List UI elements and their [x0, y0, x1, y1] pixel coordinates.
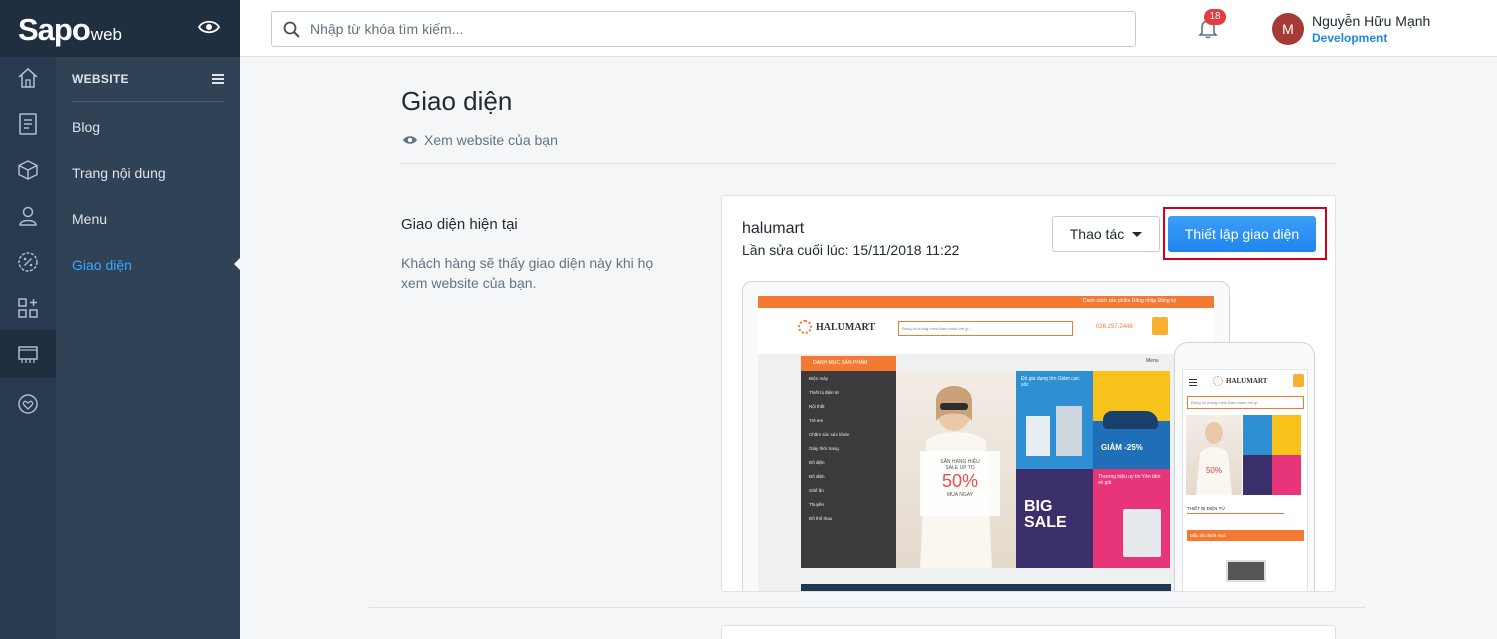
theme-last-updated: Lần sửa cuối lúc: 15/11/2018 11:22 [742, 242, 960, 258]
preview-search: Đồng hồ thông minh Bạn muốn tìm gì... [898, 321, 1073, 336]
sidebar-item-pages[interactable]: Trang nội dung [72, 165, 166, 181]
preview-mobile-tile [1243, 415, 1272, 455]
sidebar-title: WEBSITE [72, 72, 129, 86]
brand-bar: Sapoweb [0, 0, 240, 57]
search-box[interactable] [271, 11, 1136, 47]
desktop-preview-screen: Danh sách sản phẩm Đăng nhập Đăng ký HAL… [758, 296, 1214, 591]
sun-icon [798, 320, 812, 334]
search-input[interactable] [310, 12, 1130, 46]
preview-category: Trẻ em [809, 417, 824, 423]
sapo-logo[interactable]: Sapoweb [18, 12, 122, 48]
products-icon[interactable] [14, 156, 42, 184]
preview-mobile-discount: 50% [1206, 466, 1222, 475]
preview-mobile-tile [1272, 455, 1301, 495]
mobile-preview[interactable]: HALUMART Đồng hồ thông minh Bạn muốn tìm… [1174, 342, 1315, 591]
preview-category: Thiết bị điện tử [809, 389, 840, 395]
avatar[interactable]: M [1272, 13, 1304, 45]
preview-logo: HALUMART [798, 320, 875, 334]
website-sidebar: WEBSITE Blog Trang nội dung Menu Giao di… [56, 57, 241, 639]
preview-category: Chăm sóc sức khỏe [809, 431, 850, 437]
section-description: Khách hàng sẽ thấy giao diện này khi họ … [401, 255, 654, 291]
cart-icon [1293, 374, 1304, 387]
preview-mobile-logo: HALUMART [1213, 376, 1267, 386]
divider [401, 163, 1335, 164]
customers-icon[interactable] [14, 202, 42, 230]
preview-top-links: Danh sách sản phẩm Đăng nhập Đăng ký [1083, 298, 1176, 304]
customize-theme-button[interactable]: Thiết lập giao diện [1168, 216, 1316, 252]
preview-hero-discount: 50% [941, 471, 979, 491]
preview-footer-strip [801, 584, 1171, 591]
preview-mobile-section: THIẾT BỊ ĐIỆN TỬ [1187, 506, 1226, 511]
page-title: Giao diện [401, 86, 513, 116]
preview-mobile-product [1226, 560, 1266, 582]
divider [369, 607, 1366, 608]
support-icon[interactable] [14, 390, 42, 418]
preview-tile-big-sale: BIG SALE [1016, 469, 1093, 568]
model-illustration: 50% [1196, 422, 1232, 495]
preview-mobile-tile [1243, 455, 1272, 495]
preview-category: Nội thất [809, 403, 825, 409]
preview-category: Đồ thể thao [809, 515, 833, 521]
chevron-down-icon [1132, 231, 1143, 237]
preview-menu-label: Menu [1146, 358, 1159, 364]
preview-category-list: Điện máy Thiết bị điện tử Nội thất Trẻ e… [801, 371, 896, 568]
preview-mobile-tile [1272, 415, 1301, 455]
view-website-label: Xem website của bạn [424, 132, 558, 148]
user-role: Development [1312, 31, 1388, 45]
orders-icon[interactable] [14, 110, 42, 138]
actions-dropdown-button[interactable]: Thao tác [1052, 216, 1160, 252]
promotions-icon[interactable] [14, 248, 42, 276]
mobile-preview-screen: HALUMART Đồng hồ thông minh Bạn muốn tìm… [1182, 369, 1308, 591]
preview-tile-shoes: GIẢM -25% [1093, 371, 1170, 469]
preview-mobile-hero: 50% [1186, 415, 1242, 495]
divider [1187, 513, 1284, 514]
top-bar: 18 M Nguyễn Hữu Mạnh Development [240, 0, 1497, 57]
preview-category: Điện máy [809, 375, 829, 381]
section-title: Giao diện hiện tại [401, 216, 518, 233]
cart-icon [1152, 317, 1168, 335]
apps-icon[interactable] [14, 294, 42, 322]
sidebar-item-themes[interactable]: Giao diện [72, 257, 132, 273]
view-website-link[interactable]: Xem website của bạn [402, 132, 558, 148]
next-section-card [721, 625, 1336, 639]
hamburger-icon [1189, 379, 1197, 388]
sidebar-item-menu[interactable]: Menu [72, 211, 107, 227]
notification-badge: 18 [1204, 9, 1226, 25]
preview-tile-appliance: Đồ gia dụng lớn Giảm cực sốc [1016, 371, 1093, 469]
preview-category: Đồ điện [809, 459, 825, 465]
preview-hero-button: MUA NGAY [946, 492, 974, 498]
theme-name: halumart [742, 220, 805, 237]
desktop-preview[interactable]: Danh sách sản phẩm Đăng nhập Đăng ký HAL… [742, 281, 1230, 591]
hamburger-icon[interactable] [212, 74, 224, 86]
search-icon [283, 21, 300, 38]
preview-phone: 026.257.2448 [1096, 324, 1133, 330]
home-icon[interactable] [14, 64, 42, 92]
sidebar-item-blog[interactable]: Blog [72, 119, 100, 135]
eye-icon[interactable] [197, 19, 221, 39]
icon-rail [0, 0, 56, 639]
website-icon[interactable] [14, 341, 42, 369]
preview-mobile-search: Đồng hồ thông minh Bạn muốn tìm gì... [1187, 396, 1304, 409]
user-name[interactable]: Nguyễn Hữu Mạnh [1312, 13, 1430, 29]
active-caret [234, 257, 241, 271]
preview-category: Thuyền [809, 501, 825, 507]
scrollbar[interactable] [1488, 57, 1497, 639]
sidebar-header: WEBSITE [72, 72, 224, 102]
eye-icon [403, 136, 417, 144]
preview-category: Ghế ăn [809, 487, 824, 493]
preview-category: Đồ điện [809, 473, 825, 479]
preview-mobile-category: Mẫu đa danh mục [1187, 530, 1304, 541]
preview-tile-brand: Thương hiệu uy tín Yên tâm về giá [1093, 469, 1170, 568]
current-theme-card: halumart Lần sửa cuối lúc: 15/11/2018 11… [721, 195, 1336, 592]
preview-hero-badge: SĂN HÀNG HIỆU SALE UP TO 50% MUA NGAY [920, 451, 1000, 516]
actions-label: Thao tác [1069, 226, 1125, 242]
sun-icon [1213, 376, 1223, 386]
preview-category: Giày thời trang [809, 445, 839, 451]
preview-category-title: DANH MỤC SẢN PHẨM [801, 356, 896, 371]
preview-hero-banner: SĂN HÀNG HIỆU SALE UP TO 50% MUA NGAY [896, 371, 1016, 568]
